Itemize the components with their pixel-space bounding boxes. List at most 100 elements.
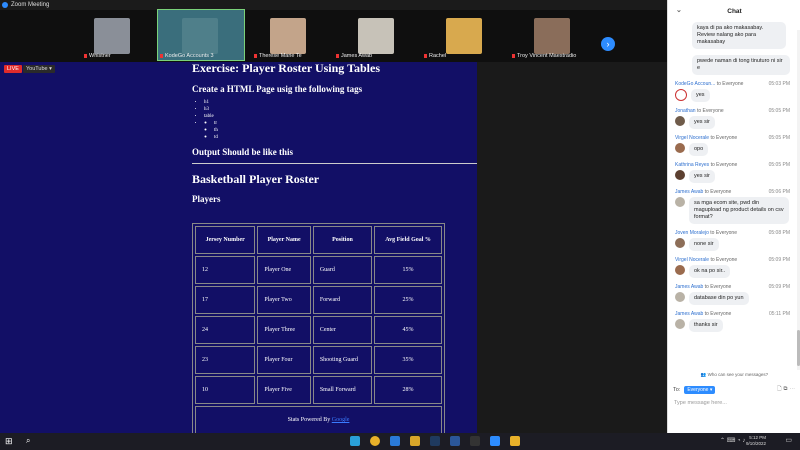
avatar	[675, 197, 685, 207]
message-sender: James Awab	[675, 189, 704, 195]
avatar	[675, 292, 685, 302]
table-row: 17 Player Two Forward 25%	[195, 286, 442, 314]
message-text: opo	[689, 143, 709, 156]
participant-tile[interactable]: Rachel	[422, 10, 508, 60]
column-header: Position	[312, 226, 373, 254]
chat-tools: 🗋⧉⋯	[777, 385, 797, 394]
avatar	[675, 265, 685, 275]
message-body: sa mga ecom site, pwd din magupload ng p…	[675, 197, 790, 224]
participant-tile[interactable]: Troy Vincent Maestradio	[510, 10, 596, 60]
message-body: yes sir	[675, 116, 790, 129]
avatar	[675, 170, 685, 180]
message-text: yes sir	[689, 170, 715, 183]
participant-video	[358, 18, 394, 54]
table-cell: 15%	[374, 256, 442, 284]
edge-icon[interactable]	[350, 436, 360, 446]
column-header: Player Name	[257, 226, 311, 254]
table-row: 12 Player One Guard 15%	[195, 256, 442, 284]
message-header: Virgel Nocerale to Everyone 05:09 PM	[675, 257, 790, 263]
table-cell: Small Forward	[312, 376, 373, 404]
chevron-down-icon[interactable]: ⌄	[676, 6, 682, 14]
chat-header: ⌄ Chat	[668, 0, 800, 22]
chrome-icon[interactable]	[370, 436, 380, 446]
avatar	[675, 89, 687, 101]
people-icon: 👥	[700, 372, 708, 377]
message-time: 05:09 PM	[768, 257, 790, 263]
table-cell: Player Two	[257, 286, 311, 314]
zoom-logo-icon	[2, 2, 8, 8]
message-sender: Kathrina Reyes	[675, 162, 710, 168]
table-cell: 17	[195, 286, 256, 314]
system-clock[interactable]: 5:12 PM 9/10/2022	[746, 435, 766, 447]
next-participants-button[interactable]: ›	[601, 37, 615, 51]
message-text: yes sir	[689, 116, 715, 129]
footer-text: Stats Powered By	[287, 417, 331, 423]
folder-icon[interactable]	[510, 436, 520, 446]
zoom-app-icon[interactable]	[490, 436, 500, 446]
visibility-note[interactable]: 👥 Who can see your messages?	[668, 372, 800, 378]
chat-message: Virgel Nocerale to Everyone 05:09 PM ok …	[675, 257, 790, 278]
chat-messages[interactable]: kaya di pa ako makasabay. Review nalang …	[668, 22, 796, 372]
message-sender: James Awab	[675, 311, 704, 317]
message-header: KodeGo Accoun... to Everyone 05:03 PM	[675, 81, 790, 87]
message-input[interactable]: Type message here...	[674, 400, 727, 406]
file-explorer-icon[interactable]	[410, 436, 420, 446]
message-sender: James Awab	[675, 284, 704, 290]
participant-name: KodeGo Accounts 3	[160, 53, 214, 59]
vscode-icon[interactable]	[390, 436, 400, 446]
message-sender: KodeGo Accoun...	[675, 81, 716, 87]
table-cell: Player Four	[257, 346, 311, 374]
message-text: sa mga ecom site, pwd din magupload ng p…	[689, 197, 789, 224]
chat-message: Kathrina Reyes to Everyone 05:05 PM yes …	[675, 162, 790, 183]
windows-start-icon[interactable]: ⊞	[5, 436, 15, 446]
search-icon[interactable]: ⌕	[26, 436, 36, 446]
shared-slide: LIVE YouTube ▾ Exercise: Player Roster U…	[0, 61, 477, 437]
subtag-item: tr	[214, 120, 477, 127]
message-time: 05:06 PM	[768, 189, 790, 195]
exercise-heading: Exercise: Player Roster Using Tables	[192, 61, 380, 75]
subtag-list: tr th td	[214, 120, 477, 141]
message-recipient: to Everyone	[710, 257, 738, 263]
participant-tile[interactable]: Whistner	[70, 10, 156, 60]
table-cell: Player Five	[257, 376, 311, 404]
table-cell: Player One	[257, 256, 311, 284]
divider	[192, 163, 477, 164]
table-cell: 24	[195, 316, 256, 344]
table-cell: Shooting Guard	[312, 346, 373, 374]
table-cell: Center	[312, 316, 373, 344]
message-recipient: to Everyone	[704, 284, 732, 290]
system-tray-icons[interactable]: ⌃ ⌨ ◔ ♪	[720, 437, 745, 444]
tag-item-nested: tr th td	[204, 120, 477, 141]
calculator-icon[interactable]	[470, 436, 480, 446]
live-badge[interactable]: LIVE	[4, 65, 22, 73]
players-heading: Players	[192, 194, 221, 204]
table-row: 10 Player Five Small Forward 28%	[195, 376, 442, 404]
tag-item: h1	[204, 99, 477, 106]
youtube-dropdown[interactable]: YouTube ▾	[23, 65, 55, 73]
message-text: yes	[691, 89, 710, 102]
participant-name: James Awab	[336, 53, 372, 59]
message-time: 05:09 PM	[768, 284, 790, 290]
subtag-item: th	[214, 127, 477, 134]
message-recipient: to Everyone	[710, 230, 737, 236]
message-recipient: to Everyone	[710, 135, 738, 141]
word-icon[interactable]	[450, 436, 460, 446]
tag-list: h1 h3 table tr th td	[204, 99, 477, 141]
message-header: James Awab to Everyone 05:11 PM	[675, 311, 790, 317]
photoshop-icon[interactable]	[430, 436, 440, 446]
participant-tile[interactable]: Therese Marie Te	[246, 10, 332, 60]
more-icon[interactable]: ⋯	[789, 386, 797, 392]
footer-link[interactable]: Google	[332, 417, 350, 423]
participant-tile-active[interactable]: KodeGo Accounts 3	[157, 9, 245, 61]
chat-message: kaya di pa ako makasabay. Review nalang …	[692, 22, 790, 49]
windows-taskbar: ⊞ ⌕ ⌃ ⌨ ◔ ♪ 5:12 PM 9/10/2022 ▭	[0, 433, 800, 450]
message-sender: Jonathan	[675, 108, 696, 114]
table-cell: 12	[195, 256, 256, 284]
clock-date: 9/10/2022	[745, 441, 766, 446]
message-time: 05:11 PM	[768, 311, 790, 317]
participant-tile[interactable]: James Awab	[334, 10, 420, 60]
message-time: 05:05 PM	[768, 108, 790, 114]
notification-icon[interactable]: ▭	[785, 436, 792, 444]
chat-message: Jonathan to Everyone 05:05 PM yes sir	[675, 108, 790, 129]
recipient-dropdown[interactable]: Everyone ▾	[684, 385, 716, 394]
